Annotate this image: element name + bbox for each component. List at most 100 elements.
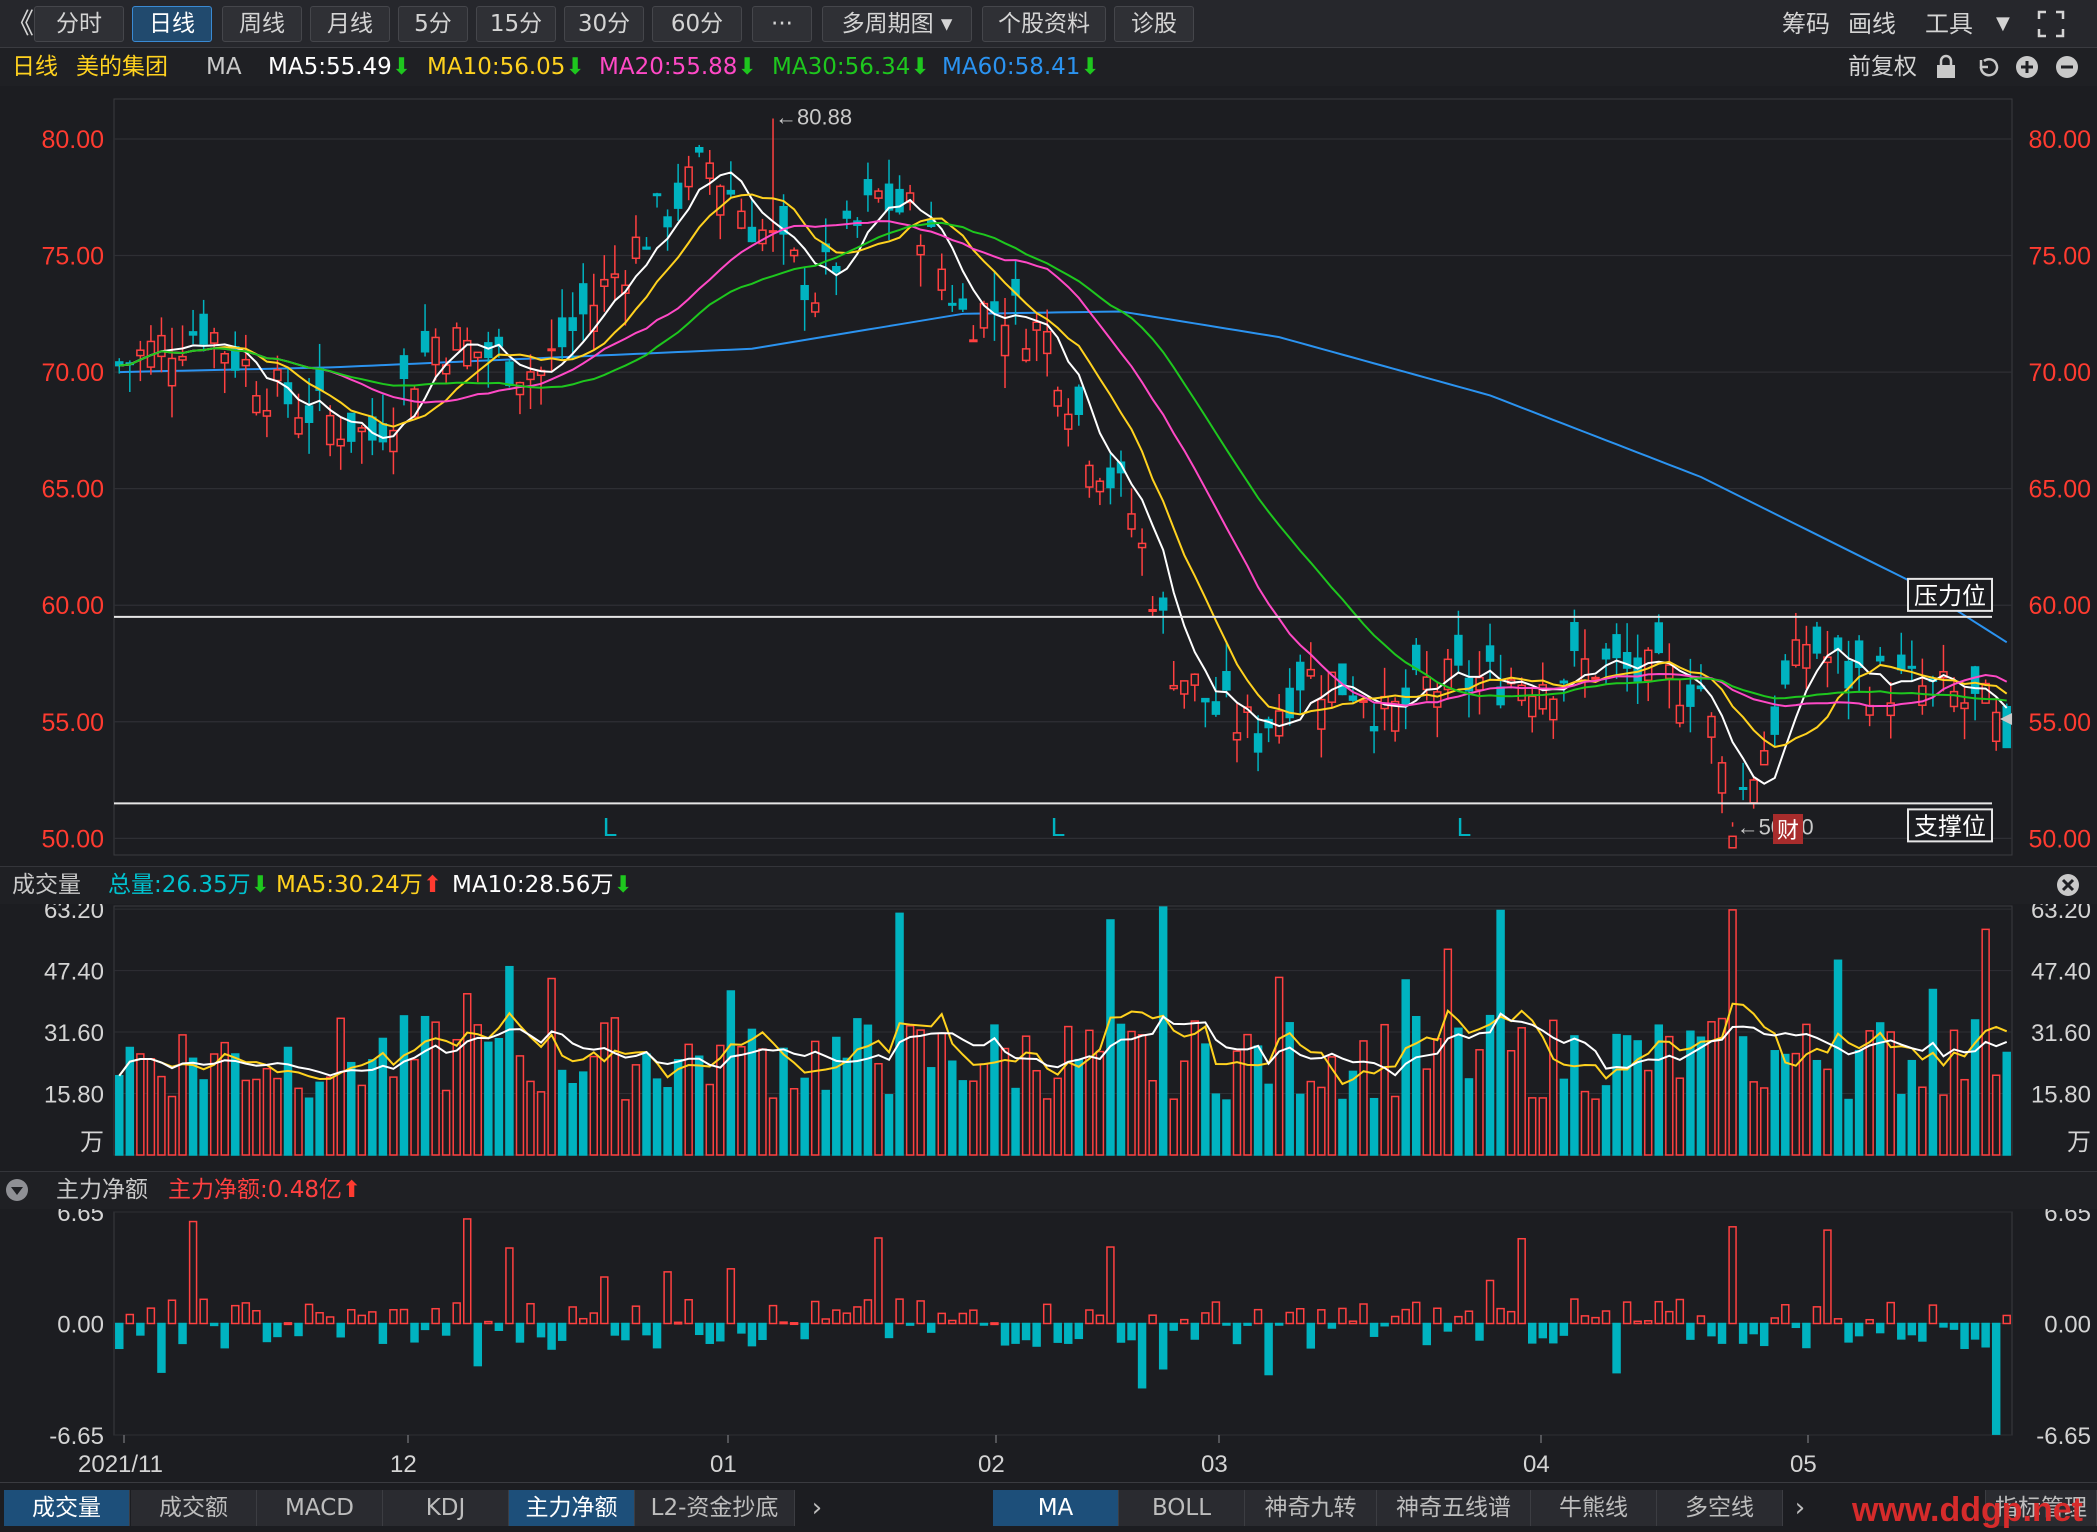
volume-bar [1622, 1035, 1632, 1156]
flow-bar [1032, 1322, 1041, 1347]
indicator-tab-3[interactable]: 神奇五线谱 [1377, 1490, 1531, 1526]
indicator-tab-1[interactable]: BOLL [1119, 1490, 1245, 1526]
candle-body [1127, 513, 1136, 530]
volume-bar [916, 1029, 925, 1156]
indicator-name[interactable]: MA [206, 48, 242, 86]
bottom-tab-0[interactable]: 成交量 [4, 1490, 130, 1526]
indicator-tab-0[interactable]: MA [993, 1490, 1119, 1526]
candle-body [969, 339, 978, 343]
volume-bar [368, 1059, 377, 1156]
volume-ma5: MA5:30.24万⬆ [276, 872, 443, 898]
volume-bar [800, 1077, 809, 1156]
fullscreen-icon[interactable] [2036, 6, 2072, 42]
close-circle-icon[interactable] [2055, 867, 2081, 909]
flow-bar [1011, 1322, 1020, 1344]
support-label: 支撑位 [1914, 813, 1986, 840]
watermark: www.ddgp.net [1851, 1491, 2083, 1529]
candle-body [1949, 690, 1959, 708]
candle-body [1844, 660, 1853, 689]
flow-bar [1021, 1322, 1031, 1341]
volume-bar [431, 1021, 440, 1156]
volume-bar [1601, 1085, 1611, 1156]
tab-10[interactable]: 个股资料 [982, 6, 1106, 42]
indicator-tab-4[interactable]: 牛熊线 [1531, 1490, 1657, 1526]
tab-2[interactable]: 周线 [222, 6, 302, 42]
bottom-tab-5[interactable]: L2-资金抄底 [635, 1490, 795, 1526]
volume-title[interactable]: 成交量 [12, 867, 81, 903]
candle-body [157, 334, 166, 358]
flow-bar [167, 1299, 177, 1325]
candle-body [652, 193, 662, 197]
candle-body [515, 381, 525, 396]
volume-bar [2002, 1051, 2011, 1156]
kline-chart[interactable]: 80.00 80.00 75.00 75.00 70.00 70.00 65.00 65.00… [0, 86, 2097, 1481]
stock-name[interactable]: 美的集团 [76, 48, 168, 86]
bottom-tab-2[interactable]: MACD [257, 1490, 383, 1526]
flow-bar [1749, 1322, 1758, 1335]
volume-unit-right: 万 [2067, 1129, 2091, 1156]
chevron-right-icon[interactable]: › [797, 1490, 837, 1526]
bottom-tab-3[interactable]: KDJ [383, 1490, 509, 1526]
bottom-tab-1[interactable]: 成交额 [131, 1490, 257, 1526]
double-chevron-left-icon[interactable]: 《 [6, 6, 36, 42]
tab-0[interactable]: 分时 [34, 6, 124, 42]
volume-bar [1338, 1098, 1347, 1156]
volume-bar [515, 1055, 525, 1156]
candle-body [884, 183, 894, 211]
flow-bar [1812, 1306, 1822, 1325]
chevron-down-icon[interactable]: ▼ [1996, 6, 2010, 42]
flow-bar [157, 1322, 166, 1373]
flow-bar [568, 1306, 577, 1325]
tab-7[interactable]: 60分 [652, 6, 742, 42]
triangle-down-icon[interactable] [4, 1172, 30, 1214]
volume-bar [1190, 1020, 1200, 1156]
volume-panel-frame [113, 905, 2013, 1156]
adjust-select[interactable]: 前复权 [1848, 48, 1917, 86]
l-marker: L [1457, 812, 1471, 842]
volume-axis-left-label: 47.40 [44, 959, 104, 986]
tab-9[interactable]: 多周期图 ▾ [822, 6, 972, 42]
volume-bar [1464, 1078, 1474, 1156]
flow-bar [1854, 1322, 1864, 1337]
volume-bar [1380, 1023, 1389, 1156]
flow-bar [1390, 1315, 1400, 1325]
volume-header: 成交量 总量:26.35万⬇ MA5:30.24万⬆ MA10:28.56万⬇ [0, 866, 2097, 904]
flow-bar [1137, 1322, 1147, 1389]
flow-bar [1981, 1322, 1990, 1348]
candle-body [1654, 622, 1663, 654]
tab-1[interactable]: 日线 [132, 6, 212, 42]
volume-bar [399, 1015, 409, 1156]
bottom-tab-4[interactable]: 主力净额 [509, 1490, 635, 1526]
volume-bar [1907, 1059, 1917, 1156]
flow-bar [1127, 1322, 1136, 1341]
flow-title[interactable]: 主力净额 [56, 1172, 148, 1208]
tab-4[interactable]: 5分 [398, 6, 468, 42]
tools-button[interactable]: 工具 [1925, 6, 1973, 42]
candle-body [262, 409, 272, 417]
candle-body [663, 216, 672, 228]
tab-6[interactable]: 30分 [564, 6, 644, 42]
indicator-tab-5[interactable]: 多空线 [1657, 1490, 1783, 1526]
tab-5[interactable]: 15分 [476, 6, 556, 42]
volume-bar [1918, 1086, 1927, 1156]
tab-11[interactable]: 诊股 [1114, 6, 1194, 42]
flow-bar [1823, 1229, 1832, 1325]
chip-button[interactable]: 筹码 [1782, 6, 1830, 42]
flow-bar [1085, 1309, 1094, 1325]
chevron-right-icon[interactable]: › [1780, 1490, 1820, 1526]
flow-bar [1412, 1301, 1421, 1325]
tab-8[interactable]: ··· [752, 6, 812, 42]
volume-bar [315, 1081, 324, 1156]
volume-bar [1812, 1059, 1822, 1156]
candle-body [557, 317, 567, 348]
volume-bar [1738, 1036, 1748, 1156]
volume-bar [1169, 1098, 1178, 1156]
tab-3[interactable]: 月线 [310, 6, 390, 42]
indicator-tab-2[interactable]: 神奇九转 [1245, 1490, 1377, 1526]
candle-body [958, 298, 968, 310]
high-label: ←80.88 [775, 104, 852, 129]
volume-bar [1643, 1069, 1653, 1156]
volume-bar [1369, 1097, 1379, 1156]
volume-bar [188, 1057, 198, 1156]
draw-button[interactable]: 画线 [1848, 6, 1896, 42]
